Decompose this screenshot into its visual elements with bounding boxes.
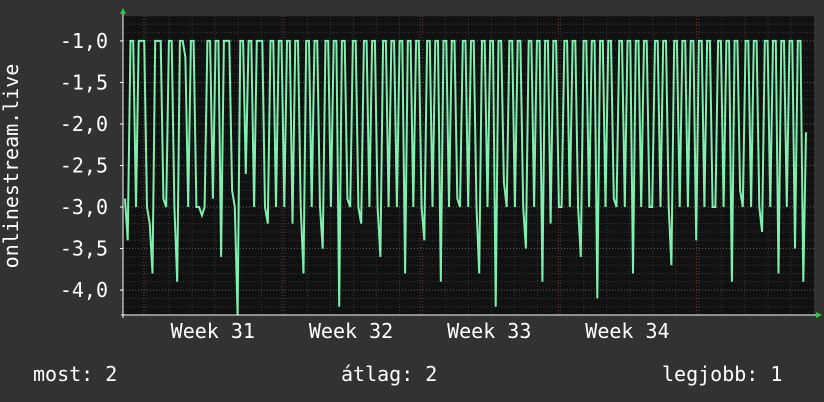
y-tick-label: -3,0 bbox=[60, 195, 108, 219]
chart: -1,0-1,5-2,0-2,5-3,0-3,5-4,0 Week 31 Week… bbox=[0, 8, 822, 343]
y-tick-label: -4,0 bbox=[60, 278, 108, 302]
y-tick-label: -1,5 bbox=[60, 70, 108, 94]
x-tick-label: Week 32 bbox=[309, 319, 393, 343]
y-tick-label: -2,5 bbox=[60, 154, 108, 178]
x-tick-label: Week 34 bbox=[585, 319, 669, 343]
y-tick-label: -3,5 bbox=[60, 237, 108, 261]
x-tick-label: Week 33 bbox=[447, 319, 531, 343]
y-axis-label: onlinestream.live bbox=[0, 64, 23, 269]
y-axis-arrow bbox=[120, 8, 126, 14]
average-value: átlag: 2 bbox=[341, 362, 438, 386]
y-tick-label: -2,0 bbox=[60, 112, 108, 136]
x-tick-label: Week 31 bbox=[171, 319, 255, 343]
x-axis: Week 31 Week 32 Week 33 Week 34 bbox=[171, 319, 670, 343]
y-tick-label: -1,0 bbox=[60, 29, 108, 53]
x-axis-arrow bbox=[816, 312, 822, 318]
current-value: most: 2 bbox=[33, 362, 118, 386]
best-value: legjobb: 1 bbox=[662, 362, 783, 386]
